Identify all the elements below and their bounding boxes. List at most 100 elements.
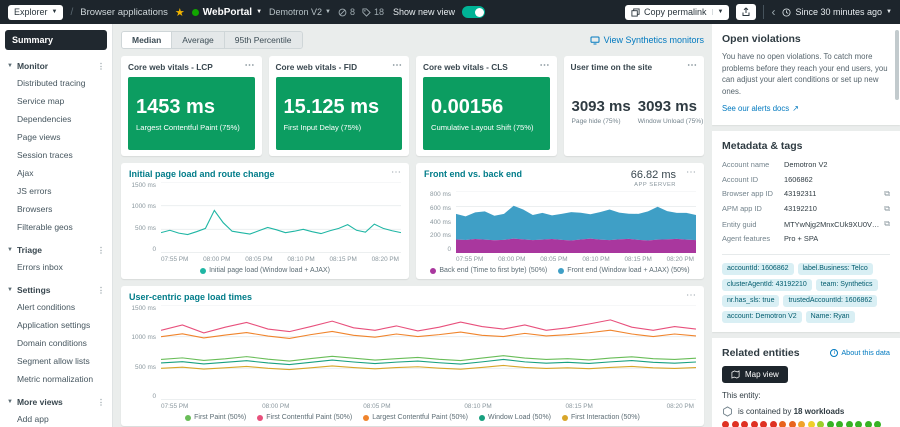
workload-status-dot[interactable]: [874, 421, 881, 427]
card-menu-icon[interactable]: ⋯: [245, 62, 255, 70]
sidebar-item-errors-inbox[interactable]: Errors inbox: [0, 258, 112, 276]
tag-chip[interactable]: accountId: 1606862: [722, 263, 794, 275]
scrollbar[interactable]: [895, 30, 899, 100]
sidebar-item-summary[interactable]: Summary: [5, 30, 107, 50]
chart-title[interactable]: User-centric page load times: [129, 292, 252, 302]
x-axis-labels: 07:55 PM08:00 PM08:05 PM08:10 PM08:15 PM…: [161, 256, 399, 263]
section-menu-icon[interactable]: ⋮: [97, 286, 105, 295]
sidebar-item-application-settings[interactable]: Application settings: [0, 316, 112, 334]
workload-status-dot[interactable]: [741, 421, 748, 427]
card-menu-icon[interactable]: ⋯: [540, 62, 550, 70]
legend-item[interactable]: Back end (Time to first byte) (50%): [430, 267, 547, 274]
sidebar-section-monitor[interactable]: ▼Monitor⋮: [0, 57, 112, 74]
sidebar-item-alert-conditions[interactable]: Alert conditions: [0, 298, 112, 316]
sidebar-item-page-views[interactable]: Page views: [0, 128, 112, 146]
workload-status-dot[interactable]: [827, 421, 834, 427]
share-button[interactable]: [736, 4, 756, 20]
tag-chip[interactable]: Name: Ryan: [806, 311, 855, 323]
section-menu-icon[interactable]: ⋮: [97, 62, 105, 71]
workload-status-dot[interactable]: [808, 421, 815, 427]
tag-chip[interactable]: nr.has_sls: true: [722, 295, 779, 307]
sidebar-item-dependencies[interactable]: Dependencies: [0, 110, 112, 128]
tag-chip[interactable]: trustedAccountId: 1606862: [783, 295, 877, 307]
view-synthetics-link[interactable]: View Synthetics monitors: [590, 35, 704, 45]
sidebar-section-triage[interactable]: ▼Triage⋮: [0, 241, 112, 258]
workload-status-dot[interactable]: [855, 421, 862, 427]
sidebar-item-distributed-tracing[interactable]: Distributed tracing: [0, 74, 112, 92]
legend-item[interactable]: Front end (Window load + AJAX) (50%): [558, 267, 689, 274]
map-view-button[interactable]: Map view: [722, 366, 788, 383]
card-menu-icon[interactable]: ⋯: [687, 62, 697, 70]
legend-item[interactable]: First Contentful Paint (50%): [257, 414, 352, 421]
legend-item[interactable]: Window Load (50%): [479, 414, 551, 421]
chart-plot-area: [161, 182, 401, 253]
legend-item[interactable]: Largest Contentful Paint (50%): [363, 414, 468, 421]
section-menu-icon[interactable]: ⋮: [97, 398, 105, 407]
new-view-toggle[interactable]: [462, 6, 485, 18]
chevron-left-icon[interactable]: ‹: [771, 6, 775, 18]
entity-switcher[interactable]: WebPortal ▼: [192, 7, 262, 18]
sidebar-item-add-app[interactable]: Add app: [0, 410, 112, 427]
alerts-docs-link[interactable]: See our alerts docs ↗: [722, 104, 799, 113]
copy-permalink-button[interactable]: Copy permalink ▼: [625, 5, 729, 20]
copy-icon[interactable]: ⧉: [884, 204, 890, 214]
tag-chip[interactable]: clusterAgentId: 43192210: [722, 279, 812, 291]
workload-status-dot[interactable]: [732, 421, 739, 427]
sidebar-item-ajax[interactable]: Ajax: [0, 164, 112, 182]
section-menu-icon[interactable]: ⋮: [97, 246, 105, 255]
sidebar-item-service-map[interactable]: Service map: [0, 92, 112, 110]
workload-status-dot[interactable]: [722, 421, 729, 427]
workload-status-dot[interactable]: [760, 421, 767, 427]
sidebar-item-segment-allow-lists[interactable]: Segment allow lists: [0, 352, 112, 370]
workloads-link[interactable]: 18 workloads: [794, 407, 845, 416]
alerts-count[interactable]: 8: [338, 7, 355, 17]
copy-icon[interactable]: ⧉: [884, 219, 890, 229]
workload-status-dot[interactable]: [751, 421, 758, 427]
workload-status-dot[interactable]: [770, 421, 777, 427]
workload-status-dot[interactable]: [779, 421, 786, 427]
legend-item[interactable]: First Paint (50%): [185, 414, 246, 421]
vital-value: 3093 ms: [572, 98, 630, 115]
account-switcher[interactable]: Demotron V2 ▼: [269, 7, 331, 17]
sidebar-item-filterable-geos[interactable]: Filterable geos: [0, 218, 112, 236]
copy-icon[interactable]: ⧉: [884, 189, 890, 199]
legend-item[interactable]: First Interaction (50%): [562, 414, 640, 421]
chart-title[interactable]: Initial page load and route change: [129, 169, 275, 179]
workload-status-dot[interactable]: [836, 421, 843, 427]
tab-median[interactable]: Median: [122, 32, 172, 48]
sidebar-section-more-views[interactable]: ▼More views⋮: [0, 393, 112, 410]
vital-card-title: Core web vitals - FID: [276, 62, 358, 72]
tag-chip[interactable]: account: Demotron V2: [722, 311, 802, 323]
sidebar-item-session-traces[interactable]: Session traces: [0, 146, 112, 164]
favorite-star-icon[interactable]: ★: [175, 6, 185, 19]
sidebar-item-js-errors[interactable]: JS errors: [0, 182, 112, 200]
sidebar-item-browsers[interactable]: Browsers: [0, 200, 112, 218]
tab-95th-percentile[interactable]: 95th Percentile: [225, 32, 302, 48]
time-picker[interactable]: Since 30 minutes ago ▼: [782, 7, 892, 17]
chart-body: 1500 ms1000 ms500 ms0: [129, 182, 401, 253]
sidebar-item-domain-conditions[interactable]: Domain conditions: [0, 334, 112, 352]
workload-status-dot[interactable]: [846, 421, 853, 427]
chart-title[interactable]: Front end vs. back end: [424, 169, 522, 179]
chevron-down-icon: ▼: [7, 247, 13, 253]
workload-status-dot[interactable]: [798, 421, 805, 427]
workload-status-dot[interactable]: [817, 421, 824, 427]
sidebar-item-metric-normalization[interactable]: Metric normalization: [0, 370, 112, 388]
sidebar-section-settings[interactable]: ▼Settings⋮: [0, 281, 112, 298]
tags-count[interactable]: 18: [362, 7, 384, 17]
legend-item[interactable]: Initial page load (Window load + AJAX): [200, 267, 330, 274]
tag-chip[interactable]: team: Synthetics: [816, 279, 878, 291]
card-menu-icon[interactable]: ⋯: [686, 292, 696, 300]
vital-card-header: User time on the site⋯: [571, 62, 698, 72]
card-menu-icon[interactable]: ⋯: [392, 62, 402, 70]
open-violations-body: You have no open violations. To catch mo…: [722, 51, 890, 98]
tag-chip[interactable]: label.Business: Telco: [798, 263, 873, 275]
breadcrumb[interactable]: Browser applications: [80, 7, 168, 18]
workload-status-dot[interactable]: [789, 421, 796, 427]
card-menu-icon[interactable]: ⋯: [686, 169, 696, 177]
workload-status-dot[interactable]: [865, 421, 872, 427]
explorer-menu-button[interactable]: Explorer ▼: [8, 5, 63, 20]
tab-average[interactable]: Average: [172, 32, 225, 48]
about-this-data-link[interactable]: About this data: [830, 348, 890, 357]
card-menu-icon[interactable]: ⋯: [391, 169, 401, 177]
